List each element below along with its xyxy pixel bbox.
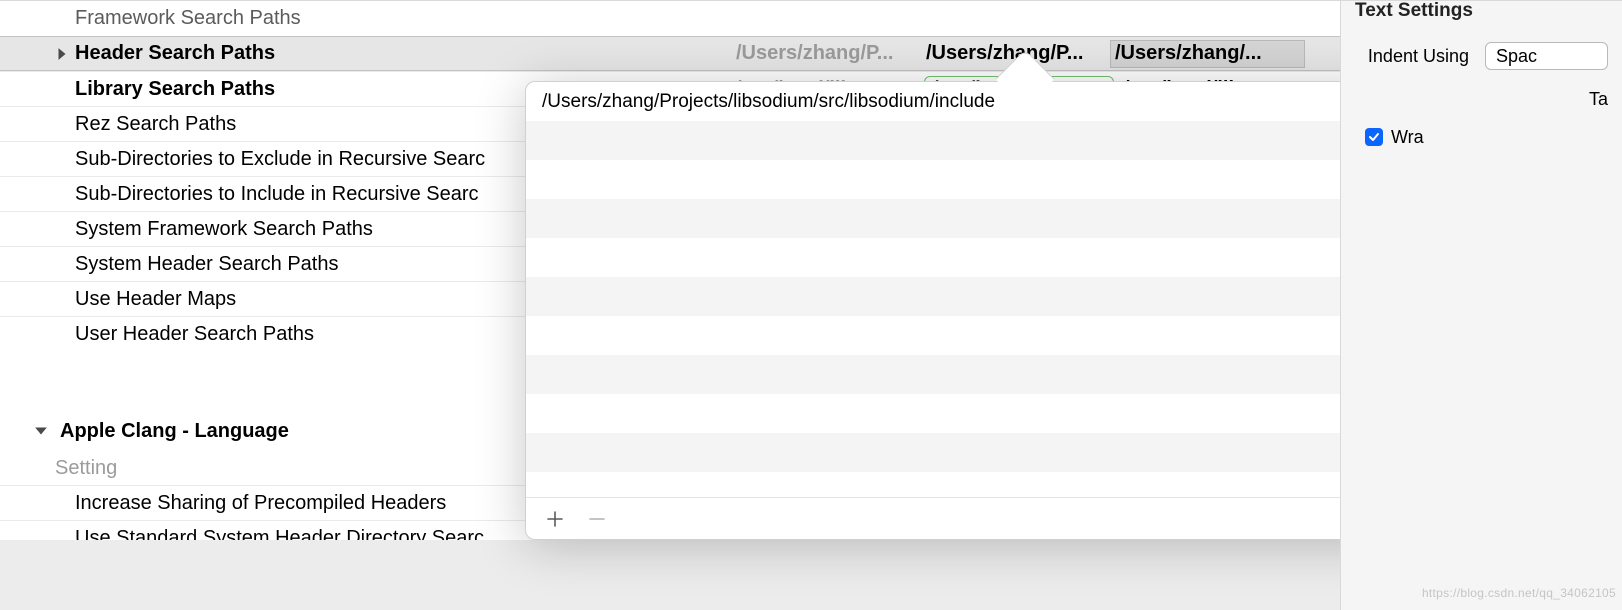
setting-label: Header Search Paths bbox=[75, 36, 275, 71]
setting-label: Library Search Paths bbox=[75, 72, 275, 107]
text-settings-inspector[interactable]: Text Settings Indent Using Spac Ta Wra h… bbox=[1340, 0, 1622, 610]
indent-using-select[interactable]: Spac bbox=[1485, 42, 1608, 70]
row-framework-search-paths[interactable]: Framework Search Paths bbox=[0, 1, 1340, 36]
row-header-search-paths[interactable]: Header Search Paths /Users/zhang/P... /U… bbox=[0, 36, 1340, 71]
header-paths-value-col1[interactable]: /Users/zhang/P... bbox=[730, 36, 920, 71]
text-settings-title: Text Settings bbox=[1341, 1, 1622, 21]
setting-label: Sub-Directories to Exclude in Recursive … bbox=[75, 142, 485, 177]
add-path-button[interactable] bbox=[544, 508, 566, 530]
setting-label: Rez Search Paths bbox=[75, 107, 236, 142]
indent-using-row: Indent Using Spac bbox=[1341, 33, 1622, 79]
header-paths-value-col3[interactable]: /Users/zhang/... bbox=[1110, 40, 1305, 68]
tab-width-row: Ta bbox=[1341, 79, 1622, 119]
setting-label: System Framework Search Paths bbox=[75, 212, 373, 247]
tab-label: Ta bbox=[1589, 89, 1608, 110]
watermark-text: https://blog.csdn.net/qq_34062105 bbox=[1422, 586, 1616, 600]
indent-using-value: Spac bbox=[1496, 46, 1537, 67]
chevron-right-icon[interactable] bbox=[55, 47, 69, 61]
remove-path-button[interactable] bbox=[586, 508, 608, 530]
setting-label: Framework Search Paths bbox=[75, 1, 301, 36]
setting-label: Sub-Directories to Include in Recursive … bbox=[75, 177, 479, 212]
indent-using-label: Indent Using bbox=[1355, 46, 1475, 67]
wrap-lines-checkbox[interactable] bbox=[1365, 128, 1383, 146]
wrap-lines-row[interactable]: Wra bbox=[1341, 119, 1622, 155]
path-value[interactable]: /Users/zhang/Projects/libsodium/src/libs… bbox=[542, 91, 1321, 113]
setting-label: System Header Search Paths bbox=[75, 247, 338, 282]
bottom-grey-area bbox=[0, 540, 1340, 610]
setting-label: User Header Search Paths bbox=[75, 317, 314, 352]
wrap-lines-label: Wra bbox=[1391, 127, 1424, 148]
setting-label: Increase Sharing of Precompiled Headers bbox=[75, 486, 446, 521]
setting-label: Use Header Maps bbox=[75, 282, 236, 317]
section-title: Apple Clang - Language bbox=[60, 420, 289, 443]
chevron-down-icon[interactable] bbox=[34, 424, 48, 438]
